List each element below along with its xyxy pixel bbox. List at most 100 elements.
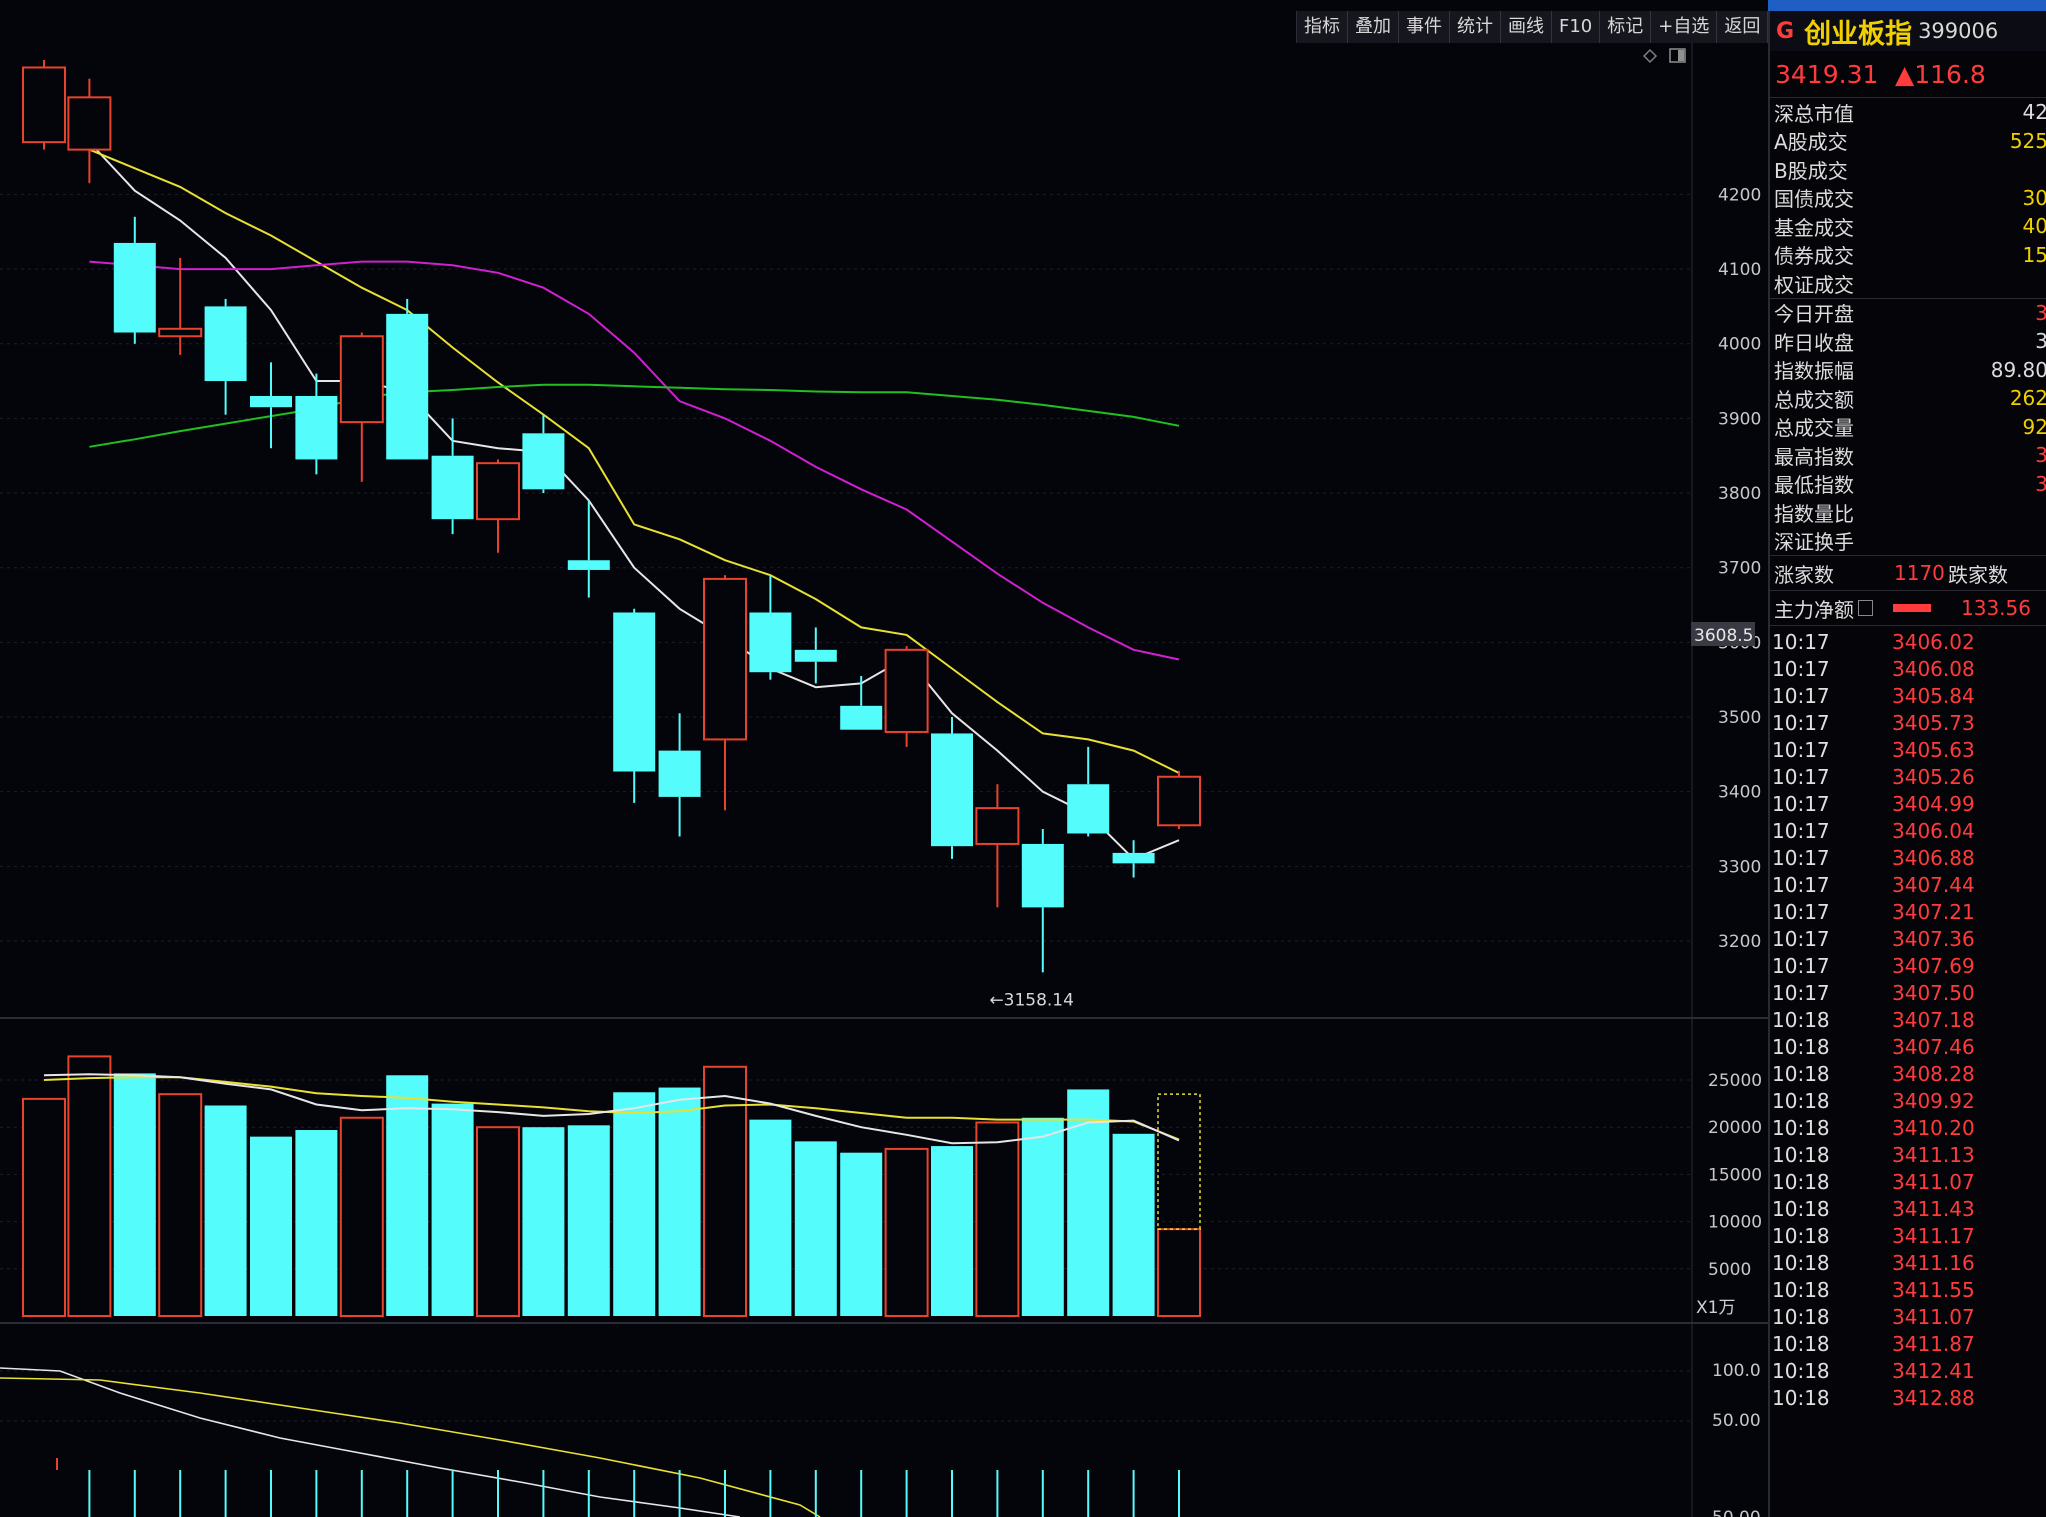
osc-tick-label: 50.00: [1712, 1411, 1761, 1431]
stat-value: 89.80: [1990, 357, 2046, 382]
tick-list[interactable]: 10:17 3406.02 10:17 3406.08 10:17 3405.84 10:1…: [1770, 626, 2046, 1411]
toolbar-overlay-button[interactable]: 叠加: [1348, 11, 1399, 43]
stat-row: 基金成交 40: [1770, 212, 2046, 241]
volume-bar-up: [158, 1093, 203, 1318]
tick-price: 3411.13: [1892, 1142, 1975, 1167]
price-tick-label: 4000: [1718, 335, 1761, 355]
price-tick-label: 3400: [1718, 783, 1761, 803]
candle-body-up: [339, 335, 384, 424]
tick-row: 10:17 3407.21: [1770, 898, 2046, 925]
stock-quote: 3419.31 ▲116.8: [1770, 51, 2046, 98]
price-tick-label: 3900: [1718, 409, 1761, 429]
tick-price: 3407.36: [1892, 926, 1975, 951]
tick-price: 3412.88: [1892, 1385, 1975, 1410]
volume-bar-down: [613, 1092, 656, 1316]
tick-time: 10:18: [1772, 1385, 1830, 1410]
candle-body-down: [1067, 784, 1110, 834]
tick-time: 10:18: [1772, 1115, 1830, 1140]
tick-row: 10:18 3411.55: [1770, 1276, 2046, 1303]
stat-label: 深总市值: [1774, 101, 1854, 126]
advance-decline-row: 涨家数 1170 跌家数: [1770, 556, 2046, 591]
tick-price: 3411.07: [1892, 1304, 1975, 1329]
osc-tick-label: 50.00: [1712, 1508, 1761, 1517]
tick-row: 10:17 3405.73: [1770, 709, 2046, 736]
stock-name[interactable]: 创业板指: [1804, 12, 1912, 51]
candle-body-down: [1021, 843, 1064, 908]
stat-row: 指数量比: [1770, 498, 2046, 527]
tick-price: 3407.18: [1892, 1007, 1975, 1032]
tick-time: 10:17: [1772, 764, 1830, 789]
quote-sidebar: G 创业板指 399006 3419.31 ▲116.8 深总市值 42 A股成交 5…: [1768, 11, 2046, 1517]
current-price-tag: 3608.5: [1691, 622, 1755, 646]
stat-value: 30: [2022, 185, 2046, 210]
tick-price: 3405.73: [1892, 710, 1975, 735]
low-price-marker: ←3158.14: [989, 990, 1074, 1010]
tick-price: 3409.92: [1892, 1088, 1975, 1113]
volume-bar-down: [567, 1125, 610, 1316]
tick-price: 3412.41: [1892, 1358, 1975, 1383]
tick-row: 10:18 3409.92: [1770, 1087, 2046, 1114]
candle-body-down: [204, 306, 247, 382]
volume-bar-down: [749, 1119, 792, 1316]
toolbar-f10-button[interactable]: F10: [1552, 11, 1601, 43]
tick-row: 10:17 3405.84: [1770, 682, 2046, 709]
tick-time: 10:17: [1772, 953, 1830, 978]
candle-body-down: [794, 649, 837, 662]
chart-toolbar: 指标 叠加 事件 统计 画线 F10 标记 +自选 返回: [1296, 11, 1770, 43]
tick-price: 3405.26: [1892, 764, 1975, 789]
candle-body-down: [658, 750, 701, 797]
toolbar-draw-button[interactable]: 画线: [1501, 11, 1552, 43]
toolbar-events-button[interactable]: 事件: [1399, 11, 1450, 43]
tick-time: 10:17: [1772, 872, 1830, 897]
main-force-value: 133.56: [1961, 596, 2031, 620]
tick-time: 10:17: [1772, 818, 1830, 843]
stat-row: B股成交: [1770, 155, 2046, 184]
candle-body-up: [703, 577, 747, 741]
stat-value: 15: [2022, 242, 2046, 267]
tick-row: 10:18 3412.41: [1770, 1357, 2046, 1384]
stat-value: 3: [2035, 472, 2046, 496]
main-force-row: 主力净额 133.56: [1770, 591, 2046, 626]
candle-body-down: [613, 612, 656, 772]
tick-price: 3406.08: [1892, 656, 1975, 681]
candle-body-down: [567, 560, 610, 570]
candle-body-down: [386, 313, 429, 460]
volume-bar-down: [431, 1103, 474, 1316]
tick-row: 10:18 3411.43: [1770, 1195, 2046, 1222]
tick-row: 10:18 3411.17: [1770, 1222, 2046, 1249]
volume-bar-down: [204, 1105, 247, 1316]
tick-row: 10:18 3411.87: [1770, 1330, 2046, 1357]
stat-row: 权证成交: [1770, 269, 2046, 298]
volume-bar-up: [339, 1116, 384, 1318]
toolbar-mark-button[interactable]: 标记: [1600, 11, 1652, 43]
volume-bar-up: [975, 1121, 1020, 1317]
toolbar-stats-button[interactable]: 统计: [1450, 11, 1501, 43]
tick-row: 10:18 3411.16: [1770, 1249, 2046, 1276]
chart-small-icon[interactable]: [1858, 600, 1873, 616]
stat-row: 深证换手: [1770, 527, 2046, 556]
candle-body-down: [522, 433, 565, 490]
tick-time: 10:18: [1772, 1304, 1830, 1329]
tick-row: 10:18 3411.07: [1770, 1303, 2046, 1330]
tick-time: 10:17: [1772, 683, 1830, 708]
candle-body-up: [158, 327, 203, 338]
stat-row: 总成交量 92: [1770, 413, 2046, 442]
toolbar-add-watchlist-button[interactable]: +自选: [1651, 11, 1718, 43]
candle-body-up: [67, 96, 112, 151]
stock-code: 399006: [1918, 19, 1999, 43]
tick-time: 10:17: [1772, 710, 1830, 735]
tick-row: 10:18 3407.18: [1770, 1006, 2046, 1033]
tick-row: 10:18 3411.07: [1770, 1168, 2046, 1195]
stat-label: 指数振幅: [1774, 359, 1854, 384]
stat-label: B股成交: [1774, 158, 1848, 183]
tick-price: 3411.16: [1892, 1250, 1975, 1275]
toolbar-indicator-button[interactable]: 指标: [1297, 11, 1348, 43]
toolbar-back-button[interactable]: 返回: [1717, 11, 1769, 43]
price-tick-label: 4200: [1718, 185, 1761, 205]
stat-row: 总成交额 262: [1770, 384, 2046, 413]
price-tick-label: 3500: [1718, 708, 1761, 728]
stat-row: 指数振幅 89.80: [1770, 356, 2046, 385]
stat-row: 昨日收盘 3: [1770, 327, 2046, 356]
kline-chart[interactable]: 3200330034003500360037003800390040004100…: [0, 0, 1768, 1517]
current-price-label: 3608.5: [1694, 626, 1753, 646]
